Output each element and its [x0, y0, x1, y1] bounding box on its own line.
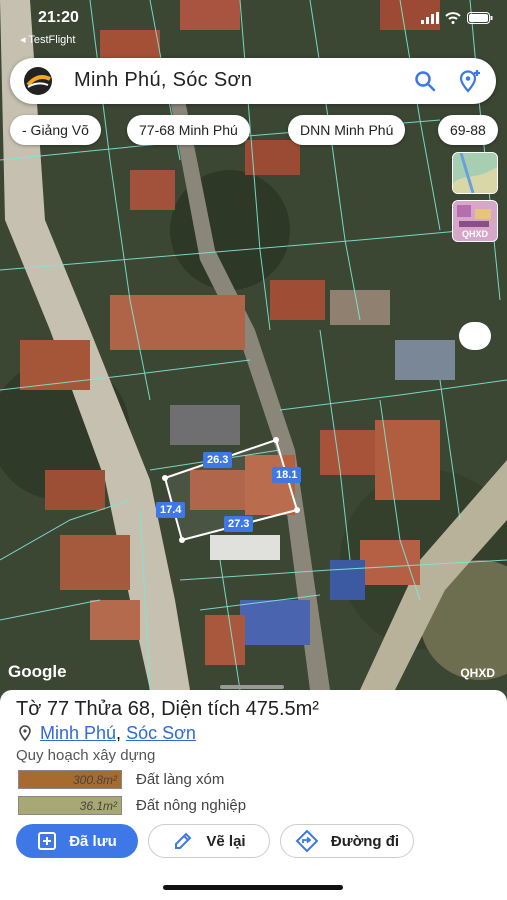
- satellite-layer-button[interactable]: [452, 152, 498, 194]
- edge-length-label: 26.3: [203, 452, 233, 468]
- back-to-testflight[interactable]: ◂ TestFlight: [20, 33, 75, 46]
- location-separator: ,: [116, 723, 127, 743]
- search-title[interactable]: Minh Phú, Sóc Sơn: [74, 69, 252, 92]
- edge-length-label: 18.1: [272, 467, 302, 483]
- legend-label: Đất nông nghiệp: [136, 796, 247, 814]
- chip-recent[interactable]: 77-68 Minh Phú: [127, 115, 250, 145]
- saved-button[interactable]: Đã lưu: [16, 824, 138, 858]
- district-link[interactable]: Sóc Sơn: [126, 723, 196, 743]
- edge-length-label: 17.4: [156, 502, 186, 518]
- directions-label: Đường đi: [330, 832, 400, 850]
- add-location-icon[interactable]: [456, 68, 482, 94]
- search-icon[interactable]: [412, 68, 438, 94]
- map-layer-label: QHXD: [460, 666, 495, 680]
- legend-row: 36.1m² Đất nông nghiệp: [18, 795, 246, 815]
- map-layer-icon: [453, 153, 497, 193]
- qhxd-layer-button[interactable]: QHXD: [452, 200, 498, 242]
- saved-label: Đã lưu: [69, 832, 117, 850]
- parcel-info-sheet[interactable]: Tờ 77 Thửa 68, Diện tích 475.5m² Minh Ph…: [0, 685, 507, 900]
- status-bar: 21:20 ◂ TestFlight: [0, 0, 507, 50]
- sheet-drag-handle[interactable]: [220, 685, 284, 689]
- chip-recent[interactable]: DNN Minh Phú: [288, 115, 406, 145]
- chip-recent[interactable]: 69-88: [438, 115, 498, 145]
- directions-icon: [295, 829, 319, 853]
- redraw-label: Vẽ lại: [206, 832, 246, 850]
- search-bar[interactable]: Minh Phú, Sóc Sơn: [10, 58, 496, 104]
- home-indicator[interactable]: [163, 885, 343, 890]
- chip-recent[interactable]: - Giảng Võ: [10, 115, 101, 145]
- redraw-button[interactable]: Vẽ lại: [148, 824, 270, 858]
- directions-button[interactable]: Đường đi: [280, 824, 414, 858]
- edge-length-label: 27.3: [224, 516, 254, 532]
- wifi-icon: [445, 12, 461, 24]
- save-add-icon: [38, 832, 57, 850]
- signal-icon: [421, 12, 439, 24]
- parcel-title: Tờ 77 Thửa 68, Diện tích 475.5m²: [16, 698, 319, 720]
- google-logo: Google: [8, 662, 67, 681]
- battery-icon: [467, 12, 493, 24]
- parcel-location: Minh Phú, Sóc Sơn: [18, 723, 196, 744]
- map-control-button[interactable]: [459, 322, 491, 350]
- legend-area-box: 36.1m²: [18, 795, 122, 815]
- logo-swoosh: [26, 75, 51, 88]
- status-icons: [421, 12, 493, 24]
- location-pin-icon: [19, 725, 31, 742]
- redraw-edit-icon: [175, 832, 192, 849]
- qhxd-layer-label: QHXD: [461, 229, 488, 239]
- legend-label: Đất làng xóm: [136, 770, 225, 788]
- legend-area-box: 300.8m²: [18, 769, 122, 789]
- ward-link[interactable]: Minh Phú: [40, 723, 116, 743]
- legend-row: 300.8m² Đất làng xóm: [18, 769, 224, 789]
- app-logo-icon[interactable]: [24, 67, 52, 95]
- planning-heading: Quy hoạch xây dựng: [16, 747, 156, 764]
- status-time: 21:20: [38, 9, 79, 26]
